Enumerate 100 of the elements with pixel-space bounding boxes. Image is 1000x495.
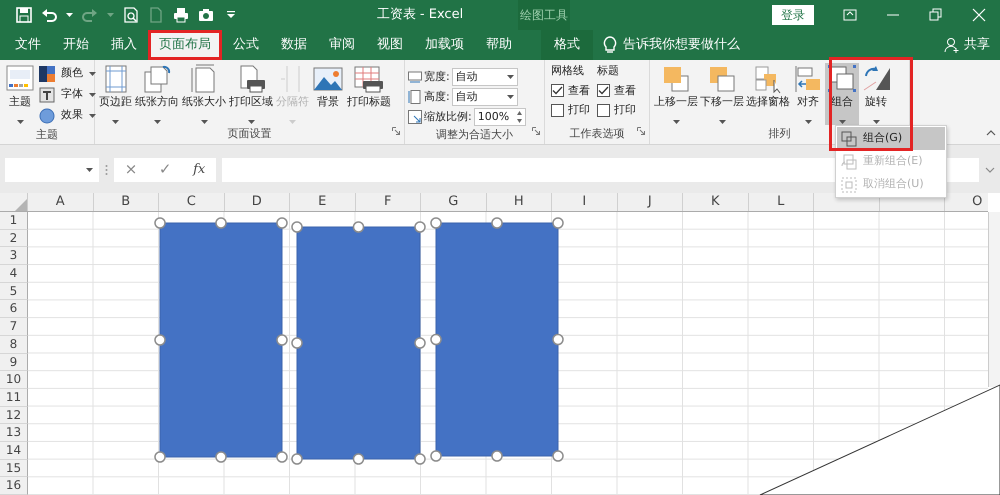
row-header[interactable]: 5 [0, 282, 28, 300]
row-header[interactable]: 15 [0, 460, 28, 478]
ribbon-button[interactable]: 页边距 [98, 63, 133, 125]
ribbon-tab[interactable]: 数据 [270, 30, 318, 60]
resize-handle[interactable] [215, 451, 227, 463]
share-button[interactable]: 共享 [964, 35, 990, 55]
resize-handle[interactable] [154, 334, 166, 346]
row-header[interactable]: 4 [0, 265, 28, 283]
row-header[interactable]: 10 [0, 371, 28, 389]
sign-in-button[interactable]: 登录 [772, 5, 814, 25]
ribbon-button[interactable]: 下移一层 [699, 63, 745, 125]
ribbon-tab[interactable]: 帮助 [475, 30, 523, 60]
enter-button[interactable]: ✓ [158, 158, 172, 181]
resize-handle[interactable] [430, 450, 442, 462]
caret-icon[interactable] [804, 120, 812, 124]
resize-handle[interactable] [491, 217, 503, 229]
column-header[interactable]: C [159, 193, 224, 211]
resize-handle[interactable] [414, 453, 426, 465]
ribbon-button[interactable]: 效果 [38, 105, 97, 126]
resize-handle[interactable] [430, 217, 442, 229]
column-header[interactable]: J [618, 193, 683, 211]
checkbox[interactable] [551, 84, 564, 98]
caret-icon[interactable] [16, 120, 24, 124]
resize-handle[interactable] [552, 450, 564, 462]
resize-handle[interactable] [276, 334, 288, 346]
caret-icon[interactable] [89, 72, 96, 76]
caret-icon[interactable] [718, 120, 726, 124]
column-header[interactable]: G [421, 193, 486, 211]
row-header[interactable]: 2 [0, 230, 28, 248]
resize-handle[interactable] [291, 337, 303, 349]
caret-icon[interactable] [248, 120, 254, 124]
caret-icon[interactable] [112, 120, 119, 124]
ribbon-tab[interactable]: 加载项 [414, 30, 475, 60]
ribbon-button[interactable]: 上移一层 [653, 63, 699, 125]
column-header[interactable]: D [224, 193, 290, 211]
ribbon-tab[interactable]: 审阅 [318, 30, 366, 60]
dialog-launcher-icon[interactable] [532, 127, 540, 136]
resize-handle[interactable] [491, 450, 503, 462]
checkbox[interactable] [551, 104, 564, 117]
row-header[interactable]: 13 [0, 424, 28, 442]
insert-function-button[interactable]: fx [193, 160, 206, 180]
column-header[interactable]: E [290, 193, 356, 211]
ribbon-button[interactable]: 主题 [3, 63, 37, 125]
ribbon-tab[interactable]: 插入 [100, 30, 148, 60]
column-header[interactable]: I [552, 193, 618, 211]
row-header[interactable]: 9 [0, 354, 28, 372]
column-header[interactable]: H [486, 193, 552, 211]
resize-handle[interactable] [430, 334, 442, 346]
ribbon-button[interactable]: 背景 [311, 63, 345, 125]
caret-icon[interactable] [89, 114, 96, 118]
resize-handle[interactable] [352, 221, 364, 233]
ribbon-display-icon[interactable] [842, 8, 856, 22]
ribbon-button[interactable]: 选择窗格 [745, 63, 791, 125]
cancel-button[interactable]: × [124, 158, 138, 181]
camera-icon[interactable] [198, 7, 214, 23]
resize-handle[interactable] [414, 221, 426, 233]
ribbon-button[interactable]: 打印标题 [346, 63, 392, 125]
ribbon-button[interactable]: 旋转 [859, 63, 893, 125]
close-icon[interactable] [972, 8, 986, 22]
ribbon-tab[interactable]: 页面布局 [148, 30, 222, 60]
ribbon-button[interactable]: 字体 [38, 84, 97, 105]
print-preview-icon[interactable] [123, 7, 139, 23]
scrollbar[interactable] [988, 212, 1000, 387]
ribbon-tab[interactable]: 视图 [366, 30, 414, 60]
column-header[interactable]: L [748, 193, 814, 211]
caret-icon[interactable] [154, 120, 160, 124]
row-header[interactable]: 8 [0, 336, 28, 354]
caret-icon[interactable] [672, 120, 680, 124]
checkbox[interactable] [597, 84, 610, 98]
dialog-launcher-icon[interactable] [392, 127, 400, 136]
resize-handle[interactable] [215, 217, 227, 229]
ribbon-tab[interactable]: 格式 [541, 30, 593, 60]
resize-handle[interactable] [154, 217, 166, 229]
undo-icon[interactable] [41, 7, 57, 23]
ribbon-tab[interactable]: 文件 [4, 30, 52, 60]
ribbon-tab[interactable]: 开始 [52, 30, 100, 60]
column-header[interactable]: B [94, 193, 159, 211]
spinner-icon[interactable] [516, 111, 522, 123]
resize-handle[interactable] [276, 451, 288, 463]
resize-handle[interactable] [154, 451, 166, 463]
checkbox[interactable] [597, 104, 610, 117]
row-header[interactable]: 3 [0, 247, 28, 266]
row-header[interactable]: 16 [0, 477, 28, 495]
caret-icon[interactable] [506, 75, 514, 79]
input-field[interactable]: 100% [474, 108, 526, 126]
resize-handle[interactable] [276, 217, 288, 229]
column-header[interactable]: A [28, 193, 94, 211]
caret-icon[interactable] [506, 95, 514, 99]
save-icon[interactable] [16, 7, 32, 23]
ribbon-button[interactable]: 纸张大小 [181, 63, 227, 125]
printer-icon[interactable] [173, 7, 189, 23]
expand-icon[interactable] [985, 166, 995, 172]
column-header[interactable]: F [356, 193, 421, 211]
menu-item[interactable]: 组合(G) [837, 127, 945, 150]
resize-handle[interactable] [291, 221, 303, 233]
caret-icon[interactable] [89, 92, 96, 96]
caret-icon[interactable] [200, 120, 208, 124]
ribbon-button[interactable]: 组合 [825, 63, 859, 125]
input-field[interactable]: 自动 [452, 88, 518, 106]
row-header[interactable]: 14 [0, 442, 28, 460]
